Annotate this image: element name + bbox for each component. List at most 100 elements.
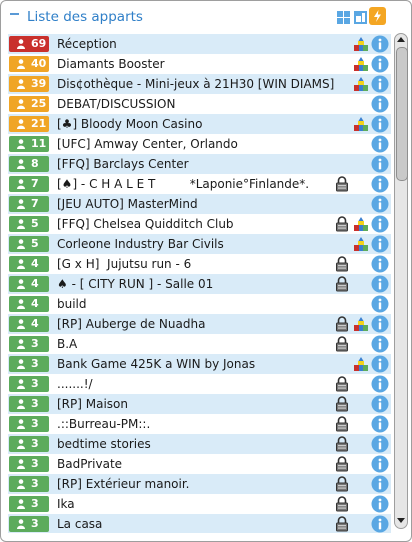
info-icon[interactable] bbox=[371, 455, 389, 473]
room-name[interactable]: build bbox=[57, 296, 87, 312]
room-row[interactable]: 3 BadPrivate bbox=[8, 454, 391, 474]
room-row[interactable]: 3 Bank Game 425K a WIN by Jonas bbox=[8, 354, 391, 374]
room-row[interactable]: 21 [♣] Bloody Moon Casino bbox=[8, 114, 391, 134]
room-row[interactable]: 4 [RP] Auberge de Nuadha bbox=[8, 314, 391, 334]
lock-icon bbox=[336, 276, 348, 292]
room-name[interactable]: Diamants Booster bbox=[57, 56, 165, 72]
room-row[interactable]: 7 [♠] - C H A L E T *Laponie°Finlande*. bbox=[8, 174, 391, 194]
room-name[interactable]: Ika bbox=[57, 496, 75, 512]
collapse-icon[interactable] bbox=[10, 13, 19, 15]
person-icon bbox=[17, 99, 25, 109]
info-icon[interactable] bbox=[371, 375, 389, 393]
info-icon[interactable] bbox=[371, 515, 389, 533]
room-name[interactable]: [FFQ] Barclays Center bbox=[57, 156, 189, 172]
user-count-badge: 3 bbox=[9, 376, 49, 392]
scrollbar[interactable] bbox=[394, 33, 408, 529]
room-name[interactable]: [FFQ] Chelsea Quidditch Club bbox=[57, 216, 234, 232]
group-icon bbox=[354, 237, 368, 251]
info-icon[interactable] bbox=[371, 355, 389, 373]
info-icon[interactable] bbox=[371, 215, 389, 233]
person-icon bbox=[17, 119, 25, 129]
user-count-badge: 39 bbox=[9, 76, 49, 92]
lightning-button[interactable] bbox=[369, 7, 386, 25]
room-name[interactable]: [RP] Auberge de Nuadha bbox=[57, 316, 205, 332]
room-row[interactable]: 5 [FFQ] Chelsea Quidditch Club bbox=[8, 214, 391, 234]
info-icon[interactable] bbox=[371, 395, 389, 413]
info-icon[interactable] bbox=[371, 195, 389, 213]
info-icon[interactable] bbox=[371, 75, 389, 93]
room-row[interactable]: 3 bedtime stories bbox=[8, 434, 391, 454]
room-name[interactable]: La casa bbox=[57, 516, 102, 532]
room-name[interactable]: Dis¢othèque - Mini-jeux à 21H30 [WIN DIA… bbox=[57, 76, 334, 92]
info-icon[interactable] bbox=[371, 235, 389, 253]
user-count: 3 bbox=[31, 457, 39, 470]
room-row[interactable]: 4 [G x H] Jujutsu run - 6 bbox=[8, 254, 391, 274]
room-name[interactable]: [JEU AUTO] MasterMind bbox=[57, 196, 198, 212]
info-icon[interactable] bbox=[371, 255, 389, 273]
room-row[interactable]: 4 ♠ - [ CITY RUN ] - Salle 01 bbox=[8, 274, 391, 294]
info-icon[interactable] bbox=[371, 475, 389, 493]
room-row[interactable]: 69 Réception bbox=[8, 34, 391, 54]
room-row[interactable]: 39 Dis¢othèque - Mini-jeux à 21H30 [WIN D… bbox=[8, 74, 391, 94]
info-icon[interactable] bbox=[371, 135, 389, 153]
room-name[interactable]: B.A bbox=[57, 336, 77, 352]
room-row[interactable]: 3 .......!/ bbox=[8, 374, 391, 394]
info-icon[interactable] bbox=[371, 335, 389, 353]
info-icon[interactable] bbox=[371, 315, 389, 333]
room-name[interactable]: BadPrivate bbox=[57, 456, 122, 472]
info-icon[interactable] bbox=[371, 155, 389, 173]
grid-icon[interactable] bbox=[336, 10, 351, 25]
info-icon[interactable] bbox=[371, 415, 389, 433]
room-name[interactable]: [♠] - C H A L E T *Laponie°Finlande*. bbox=[57, 176, 309, 192]
scrollbar-thumb[interactable] bbox=[396, 47, 408, 181]
panel-title: Liste des apparts bbox=[27, 9, 143, 25]
scroll-up-arrow-icon[interactable] bbox=[397, 37, 405, 42]
room-row[interactable]: 3 .::Burreau-PM::. bbox=[8, 414, 391, 434]
info-icon[interactable] bbox=[371, 275, 389, 293]
room-row[interactable]: 7 [JEU AUTO] MasterMind bbox=[8, 194, 391, 214]
info-icon[interactable] bbox=[371, 95, 389, 113]
info-icon[interactable] bbox=[371, 295, 389, 313]
room-name[interactable]: Réception bbox=[57, 36, 117, 52]
layout-icon[interactable] bbox=[353, 10, 368, 25]
room-name[interactable]: ♠ - [ CITY RUN ] - Salle 01 bbox=[57, 276, 213, 292]
user-count-badge: 4 bbox=[9, 276, 49, 292]
scroll-down-arrow-icon[interactable] bbox=[397, 518, 405, 523]
room-name[interactable]: DEBAT/DISCUSSION bbox=[57, 96, 175, 112]
user-count: 3 bbox=[31, 477, 39, 490]
user-count: 3 bbox=[31, 337, 39, 350]
room-name[interactable]: Bank Game 425K a WIN by Jonas bbox=[57, 356, 255, 372]
room-name[interactable]: [♣] Bloody Moon Casino bbox=[57, 116, 202, 132]
room-row[interactable]: 3 Ika bbox=[8, 494, 391, 514]
room-name[interactable]: bedtime stories bbox=[57, 436, 151, 452]
room-name[interactable]: Corleone Industry Bar Civils bbox=[57, 236, 224, 252]
user-count-badge: 5 bbox=[9, 236, 49, 252]
user-count-badge: 40 bbox=[9, 56, 49, 72]
info-icon[interactable] bbox=[371, 435, 389, 453]
room-row[interactable]: 4 build bbox=[8, 294, 391, 314]
info-icon[interactable] bbox=[371, 175, 389, 193]
info-icon[interactable] bbox=[371, 55, 389, 73]
room-name[interactable]: [G x H] Jujutsu run - 6 bbox=[57, 256, 191, 272]
room-row[interactable]: 40 Diamants Booster bbox=[8, 54, 391, 74]
person-icon bbox=[17, 439, 25, 449]
room-name[interactable]: [RP] Maison bbox=[57, 396, 128, 412]
room-name[interactable]: .......!/ bbox=[57, 376, 93, 392]
user-count-badge: 7 bbox=[9, 196, 49, 212]
room-row[interactable]: 3 B.A bbox=[8, 334, 391, 354]
info-icon[interactable] bbox=[371, 495, 389, 513]
room-row[interactable]: 8 [FFQ] Barclays Center bbox=[8, 154, 391, 174]
info-icon[interactable] bbox=[371, 115, 389, 133]
room-row[interactable]: 5 Corleone Industry Bar Civils bbox=[8, 234, 391, 254]
info-icon[interactable] bbox=[371, 35, 389, 53]
person-icon bbox=[17, 39, 25, 49]
room-name[interactable]: [UFC] Amway Center, Orlando bbox=[57, 136, 238, 152]
room-name[interactable]: [RP] Extérieur manoir. bbox=[57, 476, 190, 492]
room-row[interactable]: 11 [UFC] Amway Center, Orlando bbox=[8, 134, 391, 154]
person-icon bbox=[17, 319, 25, 329]
room-name[interactable]: .::Burreau-PM::. bbox=[57, 416, 150, 432]
room-row[interactable]: 25 DEBAT/DISCUSSION bbox=[8, 94, 391, 114]
room-row[interactable]: 3 [RP] Maison bbox=[8, 394, 391, 414]
room-row[interactable]: 3 [RP] Extérieur manoir. bbox=[8, 474, 391, 494]
room-row[interactable]: 3 La casa bbox=[8, 514, 391, 533]
